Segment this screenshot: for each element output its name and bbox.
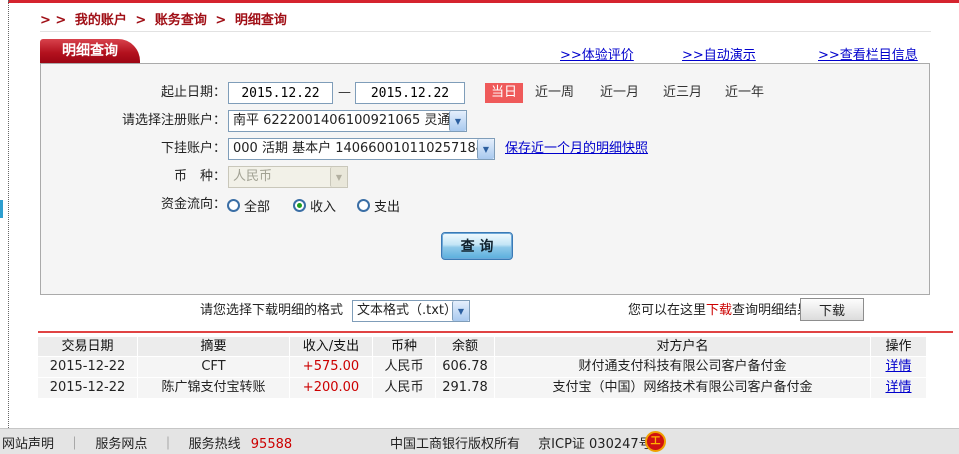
chevron-down-icon: ▼ xyxy=(449,111,466,131)
cell-amount: +575.00 xyxy=(290,357,372,377)
header-action: 操作 xyxy=(871,337,926,356)
flow-option-expense[interactable]: 支出 xyxy=(357,194,400,216)
radio-unchecked-icon xyxy=(357,199,370,212)
cell-balance: 606.78 xyxy=(436,357,494,377)
date-from-input[interactable] xyxy=(228,82,333,104)
cell-date: 2015-12-22 xyxy=(38,357,137,377)
breadcrumb-item-detail-query[interactable]: 明细查询 xyxy=(235,13,287,28)
quick-range-today[interactable]: 当日 xyxy=(485,83,523,103)
view-column-info-link[interactable]: >>查看栏目信息 xyxy=(818,44,918,63)
chevron-down-icon: ▼ xyxy=(452,301,469,321)
radio-unchecked-icon xyxy=(227,199,240,212)
fund-flow-label: 资金流向： xyxy=(41,194,226,216)
query-form: 起止日期： — 当日 近一周 近一月 近三月 近一年 请选择注册账户： 南平 6… xyxy=(40,63,930,295)
currency-value: 人民币 xyxy=(229,167,330,187)
cell-amount: +200.00 xyxy=(290,378,372,398)
header-amount: 收入/支出 xyxy=(290,337,372,356)
table-row: 2015-12-22 陈广锦支付宝转账 +200.00 人民币 291.78 支… xyxy=(38,378,920,398)
download-hint: 您可以在这里下载查询明细结果 xyxy=(628,300,810,322)
download-button[interactable]: 下载 xyxy=(800,298,864,321)
breadcrumb-separator: > xyxy=(135,13,146,28)
header-balance: 余额 xyxy=(436,337,494,356)
footer-separator: ｜ xyxy=(161,437,174,452)
header-date: 交易日期 xyxy=(38,337,137,356)
icbc-emblem-icon: 工 xyxy=(645,431,666,452)
cell-balance: 291.78 xyxy=(436,378,494,398)
chevron-down-icon: ▼ xyxy=(330,167,347,187)
flow-option-all-label: 全部 xyxy=(244,196,270,215)
cell-counterparty: 支付宝（中国）网络技术有限公司客户备付金 xyxy=(495,378,870,398)
download-format-select[interactable]: 文本格式（.txt） ▼ xyxy=(352,300,470,322)
query-button[interactable]: 查 询 xyxy=(441,232,513,260)
breadcrumb: > > 我的账户 > 账务查询 > 明细查询 xyxy=(40,9,291,28)
download-hint-prefix: 您可以在这里 xyxy=(628,303,706,318)
breadcrumb-separator: > xyxy=(215,13,226,28)
copyright-text: 中国工商银行版权所有 xyxy=(390,437,520,452)
cell-summary: CFT xyxy=(138,357,289,377)
icp-number: 京ICP证 030247号 xyxy=(538,437,652,452)
breadcrumb-item-my-account[interactable]: 我的账户 xyxy=(75,13,127,28)
cell-currency: 人民币 xyxy=(373,378,435,398)
currency-label: 币 种： xyxy=(41,166,226,188)
left-scroll-marker xyxy=(0,200,3,218)
date-range-label: 起止日期： xyxy=(41,82,226,104)
page-title-tab: 明细查询 xyxy=(40,39,140,64)
date-to-input[interactable] xyxy=(355,82,465,104)
left-dotted-border xyxy=(8,0,9,428)
flow-option-income-label: 收入 xyxy=(310,196,336,215)
header-counterparty: 对方户名 xyxy=(495,337,870,356)
sub-account-select[interactable]: 000 活期 基本户 1406600101102571848 ▼ xyxy=(228,138,495,160)
download-format-value: 文本格式（.txt） xyxy=(353,301,452,321)
download-format-label: 请您选择下载明细的格式 xyxy=(200,300,343,322)
cell-summary: 陈广锦支付宝转账 xyxy=(138,378,289,398)
experience-review-link[interactable]: >>体验评价 xyxy=(560,44,634,63)
breadcrumb-divider xyxy=(40,31,931,32)
table-row: 2015-12-22 CFT +575.00 人民币 606.78 财付通支付科… xyxy=(38,357,920,377)
hotline-number: 95588 xyxy=(251,437,292,452)
download-hint-suffix: 查询明细结果 xyxy=(732,303,810,318)
auto-demo-link[interactable]: >>自动演示 xyxy=(682,44,756,63)
flow-option-expense-label: 支出 xyxy=(374,196,400,215)
save-snapshot-link[interactable]: 保存近一个月的明细快照 xyxy=(505,138,648,160)
flow-option-income[interactable]: 收入 xyxy=(293,194,336,216)
footer-separator: ｜ xyxy=(68,437,81,452)
table-top-rule xyxy=(38,331,953,333)
footer-copyright: 中国工商银行版权所有 京ICP证 030247号 xyxy=(390,433,652,452)
sub-account-label: 下挂账户： xyxy=(41,138,226,160)
currency-select: 人民币 ▼ xyxy=(228,166,348,188)
registered-account-value: 南平 6222001406100921065 灵通卡 xyxy=(229,111,449,131)
page: > > 我的账户 > 账务查询 > 明细查询 明细查询 >>体验评价 >>自动演… xyxy=(0,0,959,454)
header-currency: 币种 xyxy=(373,337,435,356)
date-dash: — xyxy=(338,82,351,104)
detail-link[interactable]: 详情 xyxy=(885,380,911,395)
quick-range-quarter[interactable]: 近三月 xyxy=(663,82,702,104)
detail-link[interactable]: 详情 xyxy=(885,359,911,374)
breadcrumb-prefix: > > xyxy=(40,13,66,28)
cell-date: 2015-12-22 xyxy=(38,378,137,398)
footer: 网站声明 ｜ 服务网点 ｜ 服务热线 95588 中国工商银行版权所有 京ICP… xyxy=(0,428,959,454)
radio-checked-icon xyxy=(293,199,306,212)
transactions-table: 交易日期 摘要 收入/支出 币种 余额 对方户名 操作 2015-12-22 C… xyxy=(38,337,920,399)
cell-currency: 人民币 xyxy=(373,357,435,377)
footer-links: 网站声明 ｜ 服务网点 ｜ 服务热线 95588 xyxy=(2,433,292,452)
quick-range-month[interactable]: 近一月 xyxy=(600,82,639,104)
download-inline-link[interactable]: 下载 xyxy=(706,303,732,318)
quick-range-year[interactable]: 近一年 xyxy=(725,82,764,104)
quick-range-week[interactable]: 近一周 xyxy=(535,82,574,104)
table-header-row: 交易日期 摘要 收入/支出 币种 余额 对方户名 操作 xyxy=(38,337,920,356)
cell-counterparty: 财付通支付科技有限公司客户备付金 xyxy=(495,357,870,377)
hotline-label: 服务热线 xyxy=(189,437,241,452)
chevron-down-icon: ▼ xyxy=(477,139,494,159)
service-outlets-link[interactable]: 服务网点 xyxy=(95,437,147,452)
header-summary: 摘要 xyxy=(138,337,289,356)
flow-option-all[interactable]: 全部 xyxy=(227,194,270,216)
top-accent-bar xyxy=(8,0,959,3)
site-statement-link[interactable]: 网站声明 xyxy=(2,437,54,452)
sub-account-value: 000 活期 基本户 1406600101102571848 xyxy=(229,139,477,159)
registered-account-label: 请选择注册账户： xyxy=(41,110,226,132)
registered-account-select[interactable]: 南平 6222001406100921065 灵通卡 ▼ xyxy=(228,110,467,132)
breadcrumb-item-account-query[interactable]: 账务查询 xyxy=(155,13,207,28)
